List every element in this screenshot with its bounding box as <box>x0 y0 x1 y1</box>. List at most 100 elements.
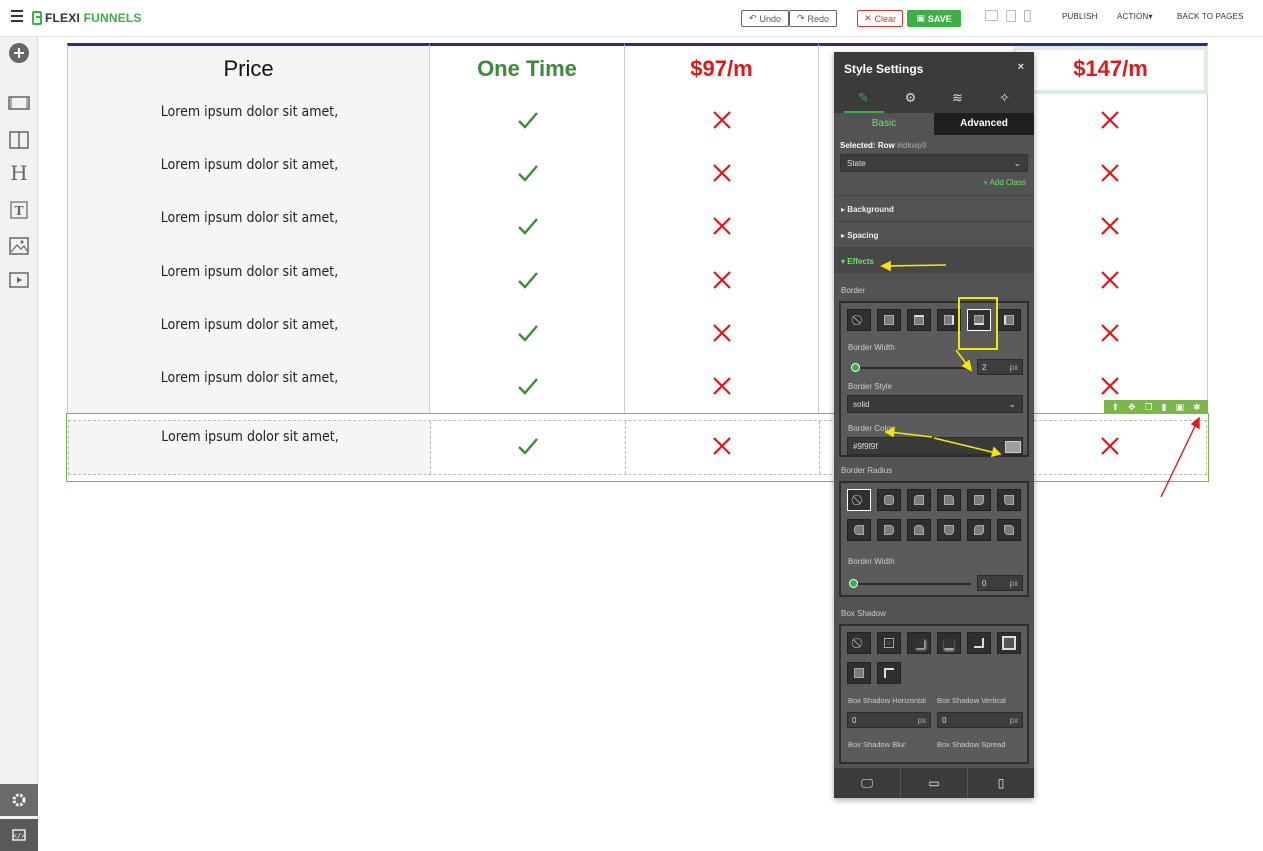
feature-label[interactable]: Lorem ipsum dolor sit amet, <box>69 429 431 445</box>
publish-link[interactable]: PUBLISH <box>1062 12 1098 21</box>
border-color-input[interactable]: #9f9f9f <box>847 437 1023 455</box>
gear-icon[interactable]: ✱ <box>1193 402 1201 413</box>
radius-left-icon[interactable] <box>847 519 871 541</box>
row-cell[interactable] <box>626 421 820 474</box>
video-icon[interactable] <box>7 269 31 291</box>
shadow-outline-icon[interactable] <box>997 632 1021 654</box>
animation-icon[interactable]: ✧ <box>985 85 1025 113</box>
border-color-swatch[interactable] <box>1005 441 1021 453</box>
row-cell[interactable] <box>431 421 626 474</box>
text-icon[interactable]: T <box>7 199 31 221</box>
border-width-input[interactable]: 2 px <box>977 359 1023 375</box>
radius-top-left-icon[interactable] <box>907 489 931 511</box>
action-dropdown[interactable]: ACTION▾ <box>1117 12 1153 21</box>
radius-right-icon[interactable] <box>877 519 901 541</box>
undo-button[interactable]: ↶ Undo <box>741 10 789 27</box>
shadow-top-left-icon[interactable] <box>877 662 901 684</box>
radius-none-icon[interactable]: ⃠ <box>847 489 871 511</box>
tablet-icon[interactable]: ▭ <box>901 768 968 798</box>
shadow-none-icon[interactable]: ⃠ <box>847 632 871 654</box>
border-bottom-icon[interactable] <box>967 309 991 331</box>
radius-width-label: Border Width <box>848 557 895 566</box>
selected-row[interactable]: Lorem ipsum dolor sit amet, <box>68 420 1207 475</box>
section-background[interactable]: ▸ Background <box>834 195 1034 221</box>
tablet-view-icon[interactable] <box>1006 10 1016 22</box>
section-spacing[interactable]: ▸ Spacing <box>834 221 1034 247</box>
brush-icon[interactable]: ✎ <box>843 85 884 113</box>
code-icon[interactable]: </> <box>0 819 38 851</box>
save-label: SAVE <box>927 13 952 24</box>
tab-advanced[interactable]: Advanced <box>934 113 1034 135</box>
arrow-up-icon[interactable]: ⬆ <box>1111 402 1119 413</box>
section-label: Background <box>847 205 894 214</box>
mobile-view-icon[interactable] <box>1024 10 1031 22</box>
state-select[interactable]: State ⌄ <box>840 154 1028 172</box>
radius-top-right-icon[interactable] <box>937 489 961 511</box>
back-to-pages-link[interactable]: BACK TO PAGES <box>1177 12 1244 21</box>
section-effects[interactable]: ▾ Effects <box>834 247 1034 273</box>
radius-bottom-left-icon[interactable] <box>997 489 1021 511</box>
pricing-column-features[interactable]: Price Lorem ipsum dolor sit amet, Lorem … <box>67 43 430 414</box>
menu-icon[interactable] <box>11 10 23 22</box>
add-class-link[interactable]: + Add Class <box>834 172 1034 195</box>
check-icon <box>518 325 538 342</box>
column-header-price[interactable]: Price <box>68 56 429 82</box>
selected-type: Row <box>877 141 895 150</box>
save-block-icon[interactable]: ▣ <box>1175 402 1184 413</box>
redo-button[interactable]: ↷ Redo <box>789 10 837 27</box>
radius-top-icon[interactable] <box>907 519 931 541</box>
move-icon[interactable]: ✥ <box>1128 402 1136 413</box>
radius-diagonal-icon[interactable] <box>967 519 991 541</box>
cross-icon <box>713 377 731 395</box>
clear-button[interactable]: ✕ Clear <box>857 10 903 27</box>
heading-icon[interactable]: H <box>7 161 31 185</box>
border-width-slider-handle[interactable] <box>851 363 860 372</box>
gear-icon[interactable]: ⚙ <box>891 85 931 113</box>
column-header-97[interactable]: $97/m <box>625 56 818 82</box>
close-icon[interactable]: × <box>1018 61 1024 73</box>
duplicate-icon[interactable]: ❐ <box>1145 402 1153 413</box>
feature-label[interactable]: Lorem ipsum dolor sit amet, <box>68 104 431 120</box>
border-top-icon[interactable] <box>907 309 931 331</box>
feature-label[interactable]: Lorem ipsum dolor sit amet, <box>68 370 431 386</box>
border-all-icon[interactable] <box>877 309 901 331</box>
border-width-slider[interactable] <box>853 367 971 369</box>
radius-bottom-icon[interactable] <box>937 519 961 541</box>
radius-diagonal-alt-icon[interactable] <box>997 519 1021 541</box>
trash-icon[interactable]: ▮ <box>1162 402 1167 413</box>
radius-width-slider[interactable] <box>851 583 971 585</box>
feature-label[interactable]: Lorem ipsum dolor sit amet, <box>68 264 431 280</box>
radius-width-slider-handle[interactable] <box>849 579 858 588</box>
desktop-view-icon[interactable] <box>985 10 998 21</box>
column-header-one-time[interactable]: One Time <box>430 56 624 82</box>
image-icon[interactable] <box>7 235 31 257</box>
border-right-icon[interactable] <box>937 309 961 331</box>
columns-icon[interactable] <box>7 129 31 151</box>
settings-icon[interactable] <box>0 784 38 816</box>
layers-icon[interactable]: ≋ <box>938 85 978 113</box>
radius-bottom-right-icon[interactable] <box>967 489 991 511</box>
radius-width-input[interactable]: 0 px <box>977 575 1023 591</box>
border-none-icon[interactable]: ⃠ <box>847 309 871 331</box>
tab-basic[interactable]: Basic <box>834 113 934 135</box>
radius-all-icon[interactable] <box>877 489 901 511</box>
row-cell[interactable]: Lorem ipsum dolor sit amet, <box>69 421 431 474</box>
desktop-icon[interactable]: 🖵 <box>834 768 901 798</box>
shadow-horizontal-input[interactable]: 0 px <box>847 712 931 728</box>
shadow-inset-icon[interactable] <box>877 632 901 654</box>
shadow-bottom-icon[interactable] <box>937 632 961 654</box>
shadow-corner-icon[interactable] <box>967 632 991 654</box>
add-icon[interactable] <box>7 42 31 64</box>
shadow-bottom-right-icon[interactable] <box>907 632 931 654</box>
section-icon[interactable] <box>7 92 31 114</box>
save-button[interactable]: ▣ SAVE <box>907 10 961 27</box>
shadow-vertical-input[interactable]: 0 px <box>937 712 1023 728</box>
mobile-icon[interactable]: ▯ <box>968 768 1034 798</box>
border-left-icon[interactable] <box>997 309 1021 331</box>
feature-label[interactable]: Lorem ipsum dolor sit amet, <box>68 210 431 226</box>
feature-label[interactable]: Lorem ipsum dolor sit amet, <box>68 317 431 333</box>
shadow-square-icon[interactable] <box>847 662 871 684</box>
border-box: ⃠ Border Width 2px Border Style solid ⌄ … <box>839 301 1029 457</box>
feature-label[interactable]: Lorem ipsum dolor sit amet, <box>68 157 431 173</box>
border-style-select[interactable]: solid ⌄ <box>847 395 1023 413</box>
